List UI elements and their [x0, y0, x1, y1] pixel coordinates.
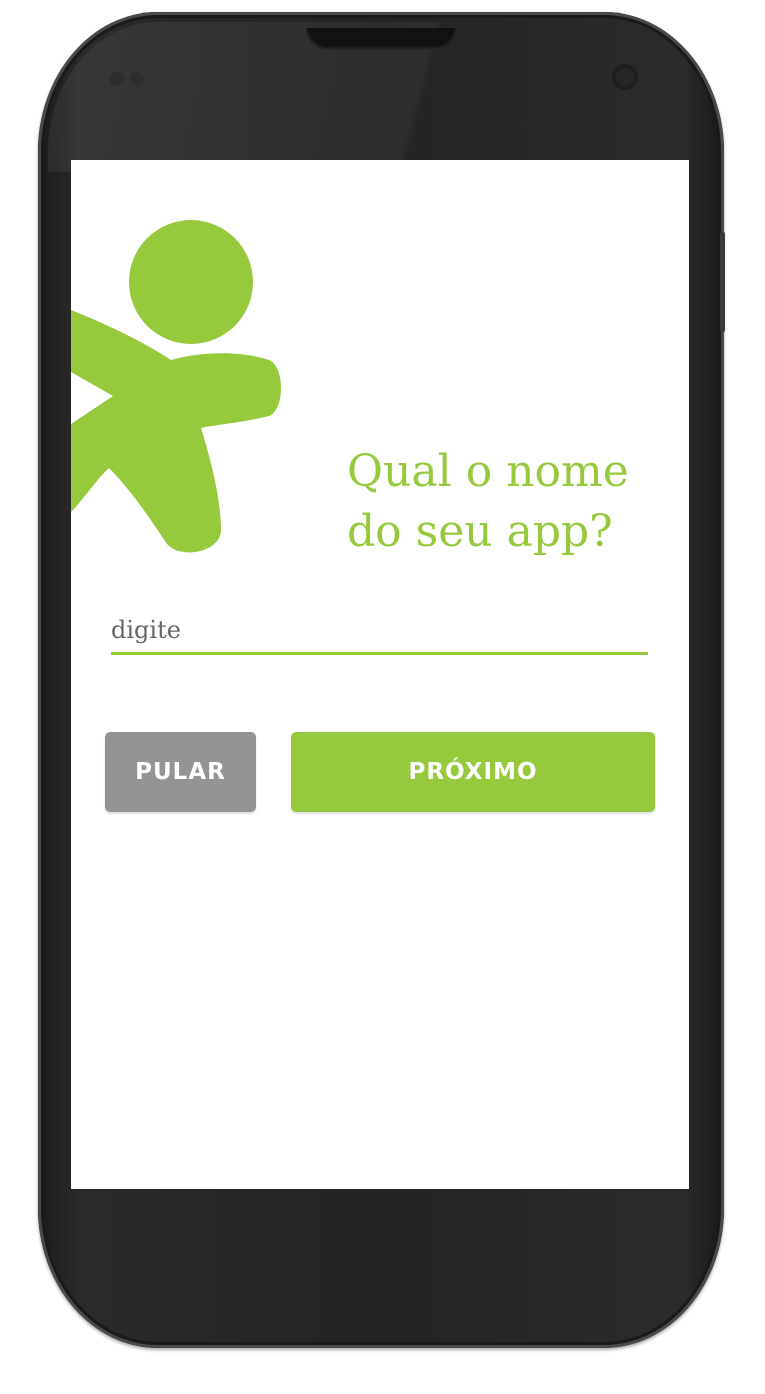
- front-camera-icon: [612, 64, 638, 90]
- skip-button-label: PULAR: [135, 759, 226, 785]
- light-sensor-icon: [130, 72, 144, 86]
- proximity-sensor-icon: [110, 72, 124, 86]
- device-mockup: Qual o nome do seu app? PULAR PRÓXIMO: [0, 0, 765, 1394]
- power-button: [720, 232, 725, 332]
- question-line-1: Qual o nome: [347, 446, 629, 497]
- app-name-field: [111, 608, 648, 655]
- skip-button[interactable]: PULAR: [105, 732, 256, 812]
- question-line-2: do seu app?: [347, 506, 613, 557]
- page-title: Qual o nome do seu app?: [347, 442, 667, 562]
- earpiece-speaker: [306, 28, 456, 50]
- app-name-input[interactable]: [111, 614, 648, 646]
- app-screen: Qual o nome do seu app? PULAR PRÓXIMO: [71, 160, 689, 1189]
- next-button-label: PRÓXIMO: [408, 759, 538, 785]
- next-button[interactable]: PRÓXIMO: [291, 732, 655, 812]
- stick-figure-logo-icon: [71, 220, 281, 553]
